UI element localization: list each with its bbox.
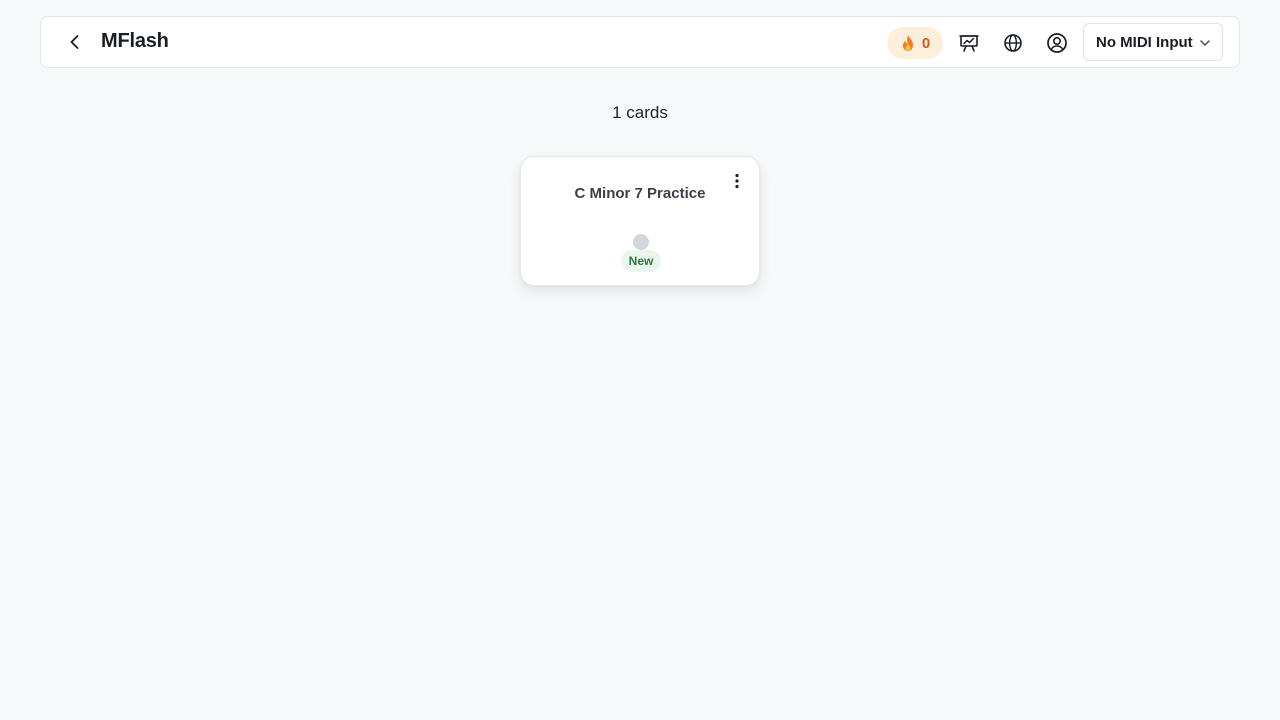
- chevron-down-icon: [1200, 40, 1210, 46]
- status-indicator-dot: [633, 234, 649, 250]
- fire-icon: [902, 35, 913, 51]
- language-button[interactable]: [1001, 31, 1025, 55]
- status-badge: New: [621, 250, 661, 272]
- top-bar: MFlash 0 No MIDI Input: [40, 16, 1240, 68]
- user-circle-icon: [1047, 33, 1067, 53]
- chevron-left-icon: [70, 35, 79, 49]
- streak-badge[interactable]: 0: [887, 27, 943, 59]
- globe-icon: [1004, 34, 1022, 52]
- presentation-chart-icon: [959, 35, 979, 52]
- app-title: MFlash: [101, 30, 169, 52]
- card-title: C Minor 7 Practice: [574, 185, 706, 202]
- midi-input-select[interactable]: No MIDI Input: [1083, 23, 1223, 61]
- stats-button[interactable]: [957, 31, 981, 55]
- card-count: 1 cards: [612, 103, 668, 122]
- flashcard[interactable]: C Minor 7 Practice New: [520, 156, 760, 286]
- streak-count: 0: [921, 34, 931, 52]
- account-button[interactable]: [1045, 31, 1069, 55]
- kebab-menu-icon: [735, 173, 739, 189]
- midi-input-label: No MIDI Input: [1096, 33, 1193, 51]
- card-menu-button[interactable]: [727, 171, 747, 191]
- back-button[interactable]: [63, 30, 87, 54]
